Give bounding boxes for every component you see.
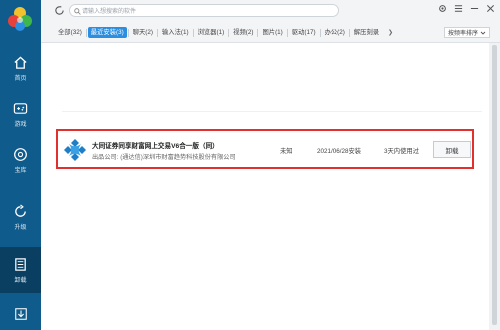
sidebar-item-treasury[interactable]: 宝库 (0, 137, 41, 183)
search-icon (74, 8, 81, 15)
search-placeholder: 请输入想搜索的软件 (82, 9, 137, 15)
tab-divider (286, 28, 288, 37)
upgrade-icon (13, 203, 29, 219)
sidebar-item-uninstall[interactable]: 卸载 (0, 247, 41, 293)
home-icon (13, 54, 29, 70)
sidebar: 首页 游戏 宝库 升级 卸载 (0, 0, 41, 330)
sidebar-item-home[interactable]: 首页 (0, 45, 41, 91)
tab-driver[interactable]: 驱动(17) (289, 27, 319, 38)
app-list-panel (41, 43, 489, 330)
tab-divider (192, 28, 194, 37)
sidebar-item-label: 首页 (14, 76, 27, 82)
download-button[interactable] (0, 298, 41, 330)
tab-video[interactable]: 视频(2) (230, 27, 256, 38)
disc-icon (13, 146, 29, 162)
category-tabs-bar: 全部(32) 最近安装(3) 聊天(2) 输入法(1) 浏览器(1) 视频(2)… (41, 22, 500, 43)
tab-image[interactable]: 图片(1) (259, 27, 285, 38)
tab-office[interactable]: 办公(2) (322, 27, 348, 38)
chevron-down-icon (480, 31, 486, 35)
sidebar-item-label: 升级 (14, 225, 27, 231)
tab-divider (319, 28, 321, 37)
tab-divider (127, 28, 129, 37)
gamepad-icon (13, 100, 29, 116)
scrollbar-thumb[interactable] (492, 45, 497, 325)
tab-divider (85, 28, 87, 37)
sidebar-item-label: 卸载 (14, 278, 27, 284)
sidebar-item-games[interactable]: 游戏 (0, 91, 41, 137)
row-divider (62, 111, 482, 112)
category-tabs: 全部(32) 最近安装(3) 聊天(2) 输入法(1) 浏览器(1) 视频(2)… (55, 27, 393, 38)
tab-input-method[interactable]: 输入法(1) (159, 27, 192, 38)
search-input[interactable]: 请输入想搜索的软件 (69, 4, 339, 17)
tab-all[interactable]: 全部(32) (55, 27, 85, 38)
settings-icon[interactable] (437, 3, 448, 14)
app-install-date: 2021/06/28安装 (317, 148, 362, 155)
sort-dropdown[interactable]: 按频率排序 (443, 27, 490, 38)
tab-recent-installs[interactable]: 最近安装(3) (87, 27, 127, 38)
chevron-right-icon[interactable]: ❯ (388, 29, 393, 36)
refresh-icon[interactable] (54, 5, 65, 16)
menu-icon[interactable] (453, 3, 464, 14)
top-bar: 请输入想搜索的软件 (41, 0, 500, 22)
app-status: 未知 (280, 148, 293, 155)
uninstall-button[interactable]: 卸载 (433, 141, 471, 158)
close-icon[interactable] (485, 3, 496, 14)
tab-chat[interactable]: 聊天(2) (130, 27, 156, 38)
trash-icon (13, 256, 29, 272)
tab-divider (228, 28, 230, 37)
sidebar-item-upgrade[interactable]: 升级 (0, 194, 41, 240)
tab-browser[interactable]: 浏览器(1) (195, 27, 228, 38)
tab-divider (348, 28, 350, 37)
tab-divider (156, 28, 158, 37)
app-logo-icon (8, 7, 32, 31)
app-row[interactable]: 大同证券同享财富网上交易V6合一版（同） 出品公司: (通达信)深圳市财富趋势科… (56, 129, 474, 169)
app-publisher: 出品公司: (通达信)深圳市财富趋势科技股份有限公司 (92, 154, 236, 161)
sort-label: 按频率排序 (447, 31, 478, 37)
app-name: 大同证券同享财富网上交易V6合一版（同） (92, 143, 219, 150)
tab-divider (257, 28, 259, 37)
minimize-icon[interactable] (469, 3, 480, 14)
download-icon (14, 308, 27, 320)
sidebar-item-label: 游戏 (14, 122, 27, 128)
sidebar-item-label: 宝库 (14, 168, 27, 174)
scrollbar[interactable] (489, 43, 500, 330)
app-icon (64, 139, 86, 161)
tab-archive-burn[interactable]: 解压刻录 (351, 27, 382, 38)
app-usage: 3天内使用过 (384, 148, 419, 155)
